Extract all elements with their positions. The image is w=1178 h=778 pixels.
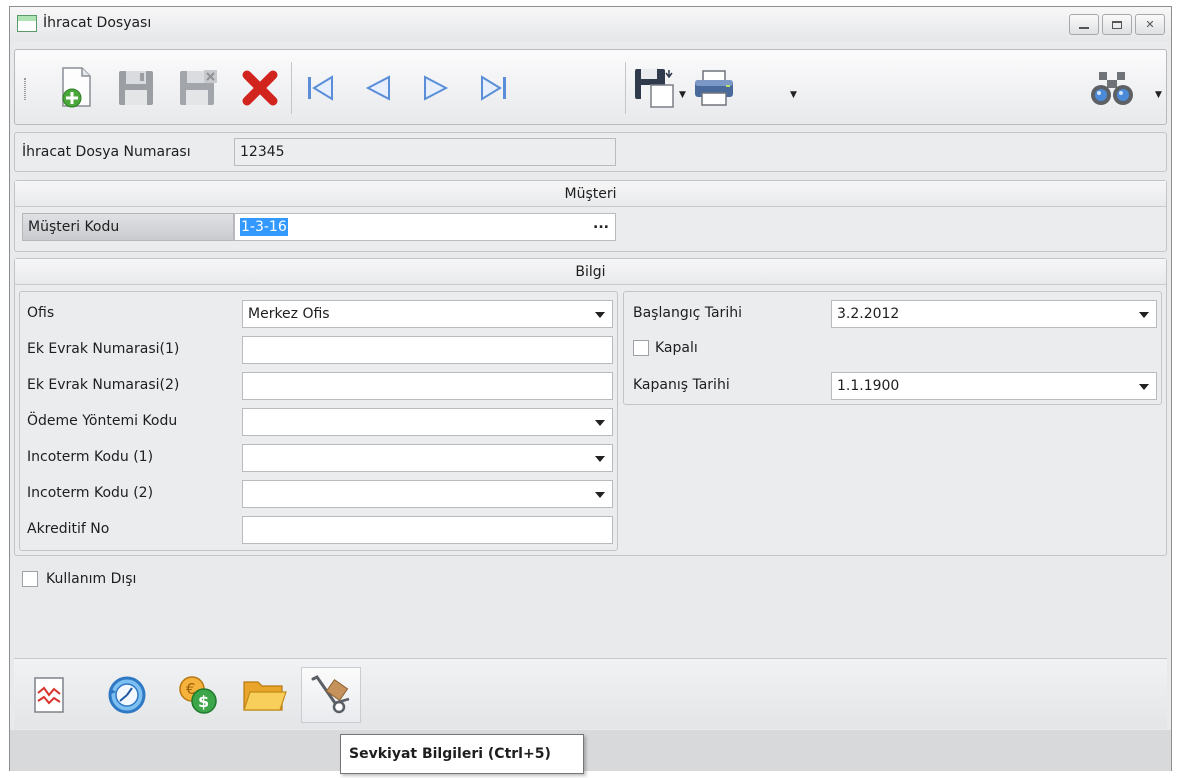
extra-doc-2-field[interactable] — [242, 372, 613, 400]
customer-code-label-cell: Müşteri Kodu — [22, 213, 234, 241]
history-button[interactable] — [97, 667, 157, 723]
title-bar: İhracat Dosyası ✕ — [10, 7, 1171, 41]
chart-icon — [34, 677, 64, 713]
window-title: İhracat Dosyası — [43, 15, 152, 31]
office-combo[interactable]: Merkez Ofis — [242, 300, 613, 328]
unused-checkbox[interactable] — [22, 571, 38, 587]
close-icon: ✕ — [1145, 18, 1155, 31]
customer-code-label: Müşteri Kodu — [28, 219, 120, 235]
incoterm-2-combo[interactable] — [242, 480, 613, 508]
last-record-icon — [481, 75, 506, 101]
toolbar-grip[interactable] — [24, 78, 26, 100]
extra-doc-2-label: Ek Evrak Numarasi(2) — [27, 377, 180, 393]
customer-code-field[interactable]: 1-3-16 ... — [234, 213, 616, 241]
minimize-button[interactable] — [1069, 14, 1099, 35]
export-dropdown-arrow[interactable]: ▼ — [679, 90, 686, 100]
dropdown-arrow-icon[interactable] — [595, 492, 605, 498]
info-panel: Bilgi Ofis Merkez Ofis Ek Evrak Numarasi… — [14, 258, 1167, 556]
info-right-group: Başlangıç Tarihi 3.2.2012 Kapalı Kapanış… — [623, 291, 1162, 405]
closed-checkbox[interactable] — [633, 340, 649, 356]
incoterm-2-label: Incoterm Kodu (2) — [27, 485, 154, 501]
toolbar-separator — [625, 62, 626, 114]
chart-button[interactable] — [20, 667, 80, 723]
info-left-group: Ofis Merkez Ofis Ek Evrak Numarasi(1) Ek… — [19, 291, 618, 551]
customer-panel-title: Müşteri — [15, 181, 1166, 207]
shipment-info-button[interactable] — [301, 667, 361, 723]
status-strip — [10, 730, 1171, 771]
next-record-icon — [424, 75, 449, 101]
export-file-window: İhracat Dosyası ✕ ▼ ▼ ▼ İhracat Dosya Nu… — [9, 6, 1172, 771]
file-number-panel: İhracat Dosya Numarası 12345 — [14, 132, 1167, 172]
unused-label: Kullanım Dışı — [46, 571, 137, 587]
previous-record-button[interactable] — [355, 64, 401, 112]
incoterm-1-combo[interactable] — [242, 444, 613, 472]
new-record-icon — [62, 67, 91, 108]
close-date-combo[interactable]: 1.1.1900 — [831, 372, 1157, 400]
file-number-field[interactable]: 12345 — [234, 138, 616, 166]
main-toolbar: ▼ ▼ ▼ — [14, 49, 1167, 125]
print-icon — [695, 70, 733, 106]
file-number-label: İhracat Dosya Numarası — [22, 144, 191, 160]
search-button[interactable] — [1089, 64, 1135, 112]
dropdown-arrow-icon[interactable] — [595, 420, 605, 426]
bottom-action-bar: € $ — [14, 658, 1167, 729]
folder-icon — [243, 681, 287, 711]
first-record-button[interactable] — [297, 64, 343, 112]
currency-button[interactable]: € $ — [168, 667, 228, 723]
letter-of-credit-field[interactable] — [242, 516, 613, 544]
close-date-value: 1.1.1900 — [837, 378, 900, 394]
save-button[interactable] — [113, 64, 159, 112]
minimize-icon — [1079, 26, 1089, 29]
dropdown-arrow-icon[interactable] — [595, 456, 605, 462]
dropdown-arrow-icon[interactable] — [1139, 312, 1149, 318]
customer-panel: Müşteri Müşteri Kodu 1-3-16 ... — [14, 180, 1167, 252]
export-icon — [635, 69, 674, 108]
delete-button[interactable] — [237, 64, 283, 112]
window-icon — [17, 15, 37, 32]
customer-lookup-button[interactable]: ... — [593, 211, 609, 237]
previous-record-icon — [365, 75, 390, 101]
payment-method-combo[interactable] — [242, 408, 613, 436]
start-date-combo[interactable]: 3.2.2012 — [831, 300, 1157, 328]
export-button[interactable] — [631, 64, 677, 112]
save-all-icon — [180, 70, 217, 105]
shipment-info-tooltip: Sevkiyat Bilgileri (Ctrl+5) — [340, 734, 584, 774]
extra-doc-1-field[interactable] — [242, 336, 613, 364]
delete-icon — [242, 70, 278, 106]
extra-doc-1-label: Ek Evrak Numarasi(1) — [27, 341, 180, 357]
dropdown-arrow-icon[interactable] — [595, 312, 605, 318]
start-date-value: 3.2.2012 — [837, 306, 900, 322]
history-icon — [108, 676, 146, 714]
customer-code-value: 1-3-16 — [240, 218, 288, 236]
search-dropdown-arrow[interactable]: ▼ — [1155, 90, 1162, 100]
payment-method-label: Ödeme Yöntemi Kodu — [27, 413, 178, 429]
search-binoculars-icon — [1091, 72, 1133, 105]
dropdown-arrow-icon[interactable] — [1139, 384, 1149, 390]
office-label: Ofis — [27, 305, 55, 321]
svg-text:$: $ — [198, 692, 209, 711]
folder-button[interactable] — [235, 667, 295, 723]
print-button[interactable] — [691, 64, 737, 112]
first-record-icon — [308, 75, 333, 101]
new-record-button[interactable] — [53, 64, 99, 112]
hand-truck-icon — [311, 675, 350, 714]
close-button[interactable]: ✕ — [1135, 14, 1165, 35]
save-icon — [119, 71, 153, 105]
maximize-button[interactable] — [1102, 14, 1132, 35]
print-dropdown-arrow[interactable]: ▼ — [790, 90, 797, 100]
letter-of-credit-label: Akreditif No — [27, 521, 110, 537]
currency-icon: € $ — [179, 676, 217, 714]
toolbar-separator — [291, 62, 292, 114]
close-date-label: Kapanış Tarihi — [633, 377, 730, 393]
save-all-button[interactable] — [175, 64, 221, 112]
start-date-label: Başlangıç Tarihi — [633, 305, 742, 321]
office-value: Merkez Ofis — [248, 306, 330, 322]
info-panel-title: Bilgi — [15, 259, 1166, 285]
maximize-icon — [1112, 20, 1122, 29]
incoterm-1-label: Incoterm Kodu (1) — [27, 449, 154, 465]
next-record-button[interactable] — [413, 64, 459, 112]
last-record-button[interactable] — [471, 64, 517, 112]
closed-label: Kapalı — [655, 340, 698, 356]
